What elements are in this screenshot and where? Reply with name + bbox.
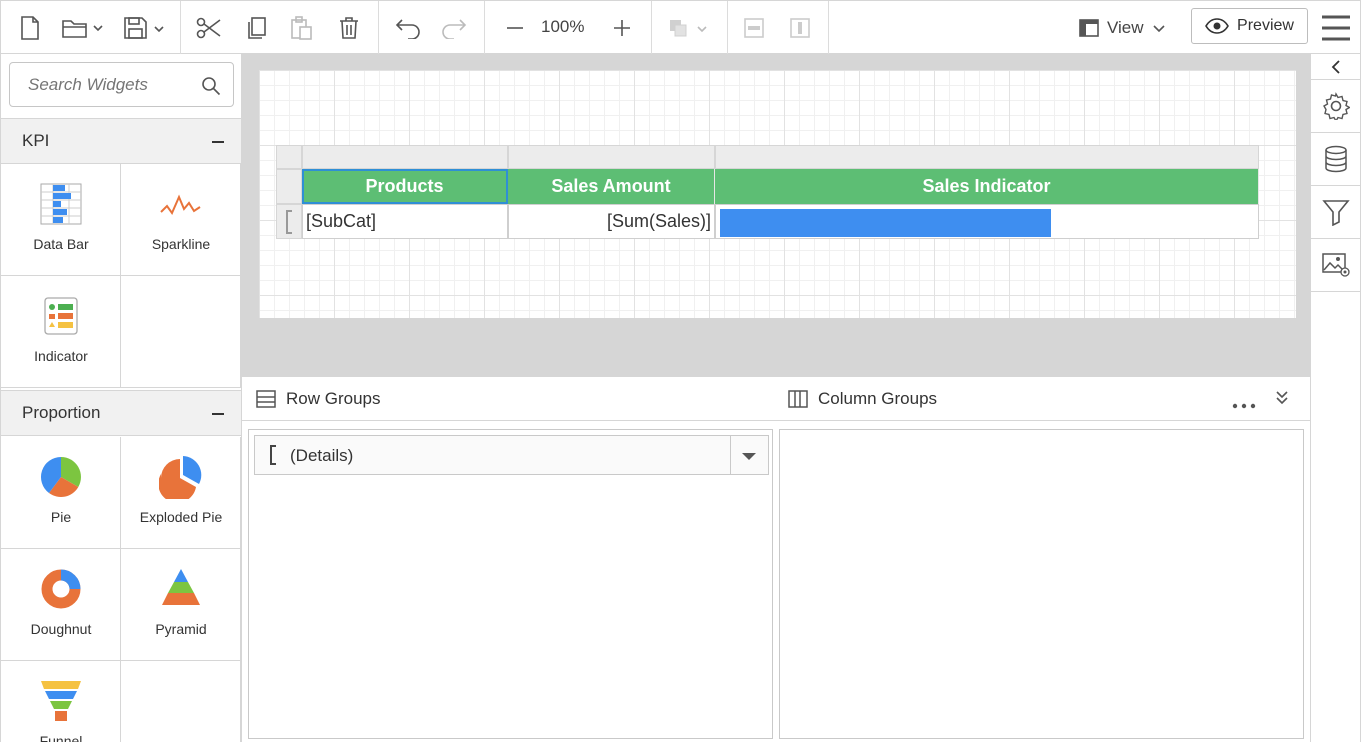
widget-exploded-pie[interactable]: Exploded Pie — [121, 437, 241, 549]
doughnut-icon — [41, 569, 81, 609]
caret-down-icon — [742, 453, 756, 460]
header-cell-sales-amount[interactable]: Sales Amount — [508, 169, 715, 204]
pie-icon — [41, 457, 81, 497]
widget-indicator[interactable]: Indicator — [1, 276, 121, 388]
zoom-out-icon[interactable] — [503, 9, 527, 47]
paste-icon[interactable] — [287, 9, 315, 47]
row-groups-label: Row Groups — [286, 389, 381, 408]
column-handle[interactable] — [715, 145, 1259, 169]
table-corner-handle[interactable] — [276, 145, 302, 169]
dropdown-toggle[interactable] — [730, 436, 768, 474]
preview-button[interactable]: Preview — [1191, 8, 1308, 44]
insert-column-icon[interactable] — [787, 9, 813, 47]
redo-icon[interactable] — [439, 9, 469, 47]
save-icon[interactable] — [122, 9, 170, 47]
view-label: View — [1107, 18, 1144, 37]
search-input[interactable] — [28, 74, 188, 95]
eye-icon — [1205, 18, 1229, 34]
widget-label: Exploded Pie — [139, 509, 223, 525]
widget-data-bar[interactable]: Data Bar — [1, 164, 121, 276]
search-box — [9, 62, 234, 107]
database-icon[interactable] — [1311, 133, 1361, 186]
widget-pyramid[interactable]: Pyramid — [121, 549, 241, 661]
column-groups-icon — [788, 390, 808, 408]
empty-cell — [121, 661, 241, 742]
widget-panel: KPI Data Bar Sparkline Indicator — [0, 54, 242, 742]
toolbar: 100% View Preview — [0, 0, 1361, 54]
undo-icon[interactable] — [393, 9, 423, 47]
row-groups-tab[interactable]: Row Groups — [256, 389, 380, 409]
column-groups-label: Column Groups — [818, 389, 938, 408]
category-kpi[interactable]: KPI — [1, 118, 241, 164]
copy-icon[interactable] — [242, 9, 270, 47]
column-handle[interactable] — [508, 145, 715, 169]
widget-label: Funnel — [39, 733, 83, 742]
data-cell-sales-indicator[interactable] — [715, 204, 1259, 239]
settings-icon[interactable] — [1311, 80, 1361, 133]
zoom-level[interactable]: 100% — [541, 17, 584, 37]
header-cell-products[interactable]: Products — [302, 169, 508, 204]
exploded-pie-icon — [159, 456, 202, 499]
category-proportion[interactable]: Proportion — [1, 390, 241, 436]
widget-doughnut[interactable]: Doughnut — [1, 549, 121, 661]
properties-sidebar — [1310, 54, 1361, 742]
widget-funnel[interactable]: Funnel — [1, 661, 121, 742]
widget-label: Indicator — [34, 348, 88, 364]
search-icon[interactable] — [201, 76, 221, 96]
widget-label: Pie — [50, 509, 72, 525]
details-group-dropdown[interactable]: (Details) — [254, 435, 769, 475]
widget-label: Sparkline — [151, 236, 211, 252]
hamburger-menu-icon[interactable] — [1321, 15, 1351, 44]
widget-label: Data Bar — [33, 236, 89, 252]
widget-label: Doughnut — [30, 621, 92, 637]
arrange-icon[interactable] — [666, 9, 712, 47]
filter-icon[interactable] — [1311, 186, 1361, 239]
more-options-icon[interactable] — [1232, 396, 1256, 412]
row-handle[interactable] — [276, 169, 302, 204]
widget-pie[interactable]: Pie — [1, 437, 121, 549]
widget-label: Pyramid — [155, 621, 207, 637]
insert-row-icon[interactable] — [741, 9, 767, 47]
row-groups-icon — [256, 390, 276, 408]
new-file-icon[interactable] — [15, 9, 45, 47]
row-groups-list: (Details) — [248, 429, 773, 739]
funnel-icon — [41, 681, 81, 721]
report-body[interactable]: Products Sales Amount Sales Indicator [S… — [259, 70, 1296, 318]
cut-icon[interactable] — [194, 9, 224, 47]
details-bracket-icon — [270, 445, 276, 465]
grouping-panel: Row Groups Column Groups (Details) — [242, 376, 1310, 742]
category-label: KPI — [22, 131, 50, 150]
pyramid-icon — [162, 569, 200, 605]
delete-icon[interactable] — [335, 9, 363, 47]
sparkline-icon — [160, 194, 201, 216]
data-bar-icon — [40, 183, 82, 225]
collapse-icon[interactable] — [212, 141, 224, 143]
data-cell-sum-sales[interactable]: [Sum(Sales)] — [508, 204, 715, 239]
row-handle[interactable] — [276, 204, 302, 239]
header-cell-sales-indicator[interactable]: Sales Indicator — [715, 169, 1259, 204]
open-folder-icon[interactable] — [59, 9, 107, 47]
image-settings-icon[interactable] — [1311, 239, 1361, 292]
details-label: (Details) — [290, 446, 354, 465]
indicator-icon — [44, 297, 78, 335]
layout-icon — [1079, 19, 1099, 37]
column-groups-list — [779, 429, 1304, 739]
grouping-header: Row Groups Column Groups — [242, 377, 1310, 421]
zoom-in-icon[interactable] — [610, 9, 634, 47]
details-bracket-icon — [286, 210, 292, 234]
data-cell-subcat[interactable]: [SubCat] — [302, 204, 508, 239]
view-dropdown[interactable]: View — [1079, 13, 1166, 43]
collapse-sidebar-icon[interactable] — [1311, 54, 1361, 80]
column-groups-tab[interactable]: Column Groups — [788, 389, 937, 409]
collapse-icon[interactable] — [212, 413, 224, 415]
data-bar — [720, 209, 1051, 237]
preview-label: Preview — [1237, 17, 1294, 34]
design-canvas: Products Sales Amount Sales Indicator [S… — [242, 54, 1310, 376]
chevron-down-icon — [1152, 25, 1165, 33]
column-handle[interactable] — [302, 145, 508, 169]
collapse-panel-icon[interactable] — [1275, 390, 1289, 409]
empty-cell — [121, 276, 241, 388]
widget-sparkline[interactable]: Sparkline — [121, 164, 241, 276]
category-label: Proportion — [22, 403, 101, 422]
